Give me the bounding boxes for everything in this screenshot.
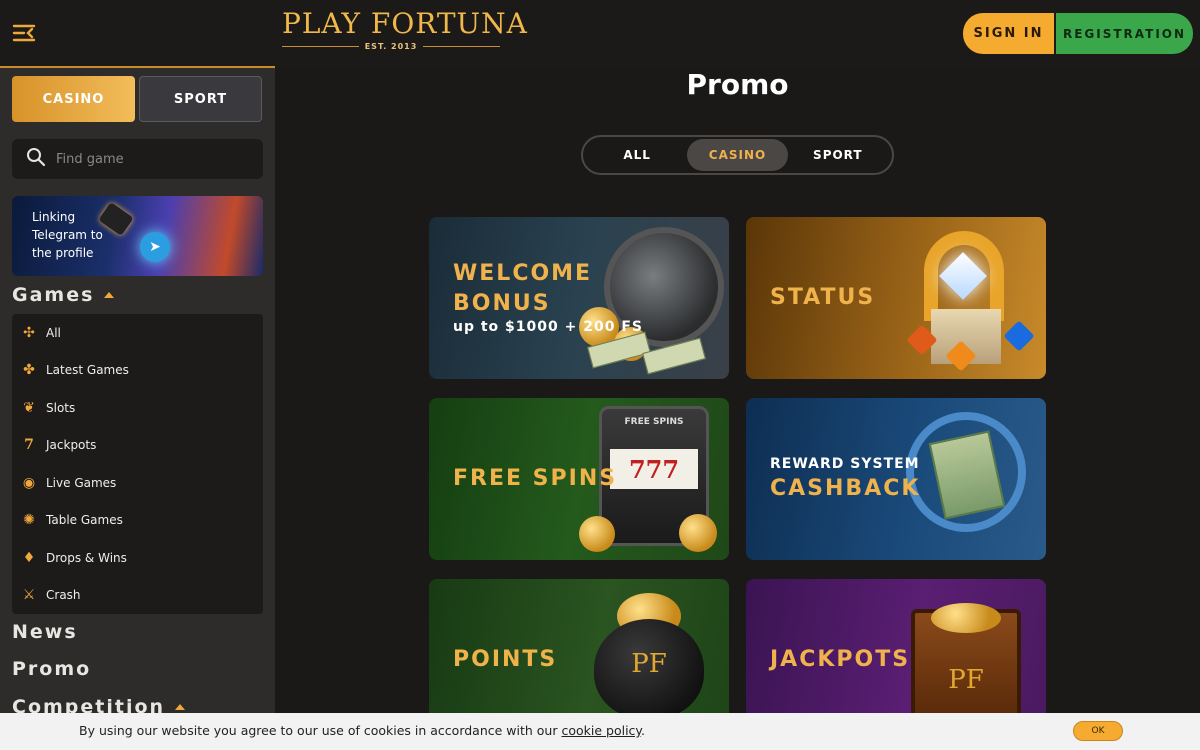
chest-text: PF: [948, 665, 984, 695]
logo-text: PLAY FORTUNA: [282, 7, 528, 40]
sidebar-item-live-games[interactable]: ◉ Live Games: [12, 464, 263, 502]
menu-collapse-icon[interactable]: [12, 20, 38, 46]
registration-button[interactable]: REGISTRATION: [1056, 13, 1193, 54]
sidebar-item-label: Drops & Wins: [46, 550, 127, 565]
sidebar-tab-sport[interactable]: SPORT: [139, 76, 262, 122]
card-subtitle: up to $1000 + 200 FS: [453, 319, 643, 335]
sidebar-item-label: Slots: [46, 400, 76, 415]
cookie-policy-link[interactable]: cookie policy: [561, 723, 641, 738]
drops-icon: ♦: [22, 549, 36, 566]
promo-card-welcome-bonus[interactable]: WELCOME BONUS up to $1000 + 200 FS: [429, 217, 729, 379]
sidebar-tab-sport-label: SPORT: [173, 91, 228, 107]
coins-icon: [931, 603, 1001, 633]
filter-casino[interactable]: CASINO: [687, 139, 788, 171]
cookie-banner: By using our website you agree to our us…: [0, 713, 1200, 750]
sidebar-item-label: All: [46, 325, 61, 340]
swords-icon: ⚔: [22, 587, 36, 604]
promo-filter: ALL CASINO SPORT: [581, 135, 894, 175]
sidebar: CASINO SPORT Linking Telegram to the pro…: [0, 66, 275, 750]
card-title-line1: WELCOME: [453, 261, 593, 286]
sidebar-tab-casino-label: CASINO: [42, 91, 105, 107]
sidebar-item-jackpots[interactable]: 7 Jackpots: [12, 427, 263, 465]
slot-label: FREE SPINS: [624, 417, 684, 427]
promo-section-title[interactable]: Promo: [12, 658, 91, 680]
money-cycle-icon: [906, 412, 1026, 532]
card-title: STATUS: [770, 285, 876, 310]
games-section-label: Games: [12, 284, 95, 306]
card-title: JACKPOTS: [770, 647, 911, 672]
news-section-label: News: [12, 621, 78, 643]
logo-tagline-row: EST. 2013: [282, 42, 500, 51]
news-section-title[interactable]: News: [12, 621, 78, 643]
cookie-ok-button[interactable]: OK: [1073, 721, 1123, 741]
sidebar-item-slots[interactable]: ❦ Slots: [12, 389, 263, 427]
promo-card-cashback[interactable]: REWARD SYSTEM CASHBACK: [746, 398, 1046, 560]
sidebar-item-table-games[interactable]: ✺ Table Games: [12, 502, 263, 540]
sidebar-item-label: Live Games: [46, 475, 117, 490]
pot-of-gold-icon: PF: [594, 619, 704, 719]
page-title: Promo: [686, 68, 789, 101]
logo-tagline: EST. 2013: [364, 42, 418, 51]
chip-icon: ✺: [23, 512, 35, 529]
telegram-banner[interactable]: Linking Telegram to the profile ➤: [12, 196, 263, 276]
sidebar-item-label: Jackpots: [46, 438, 97, 453]
card-title-line2: BONUS: [453, 291, 551, 316]
caret-up-icon: [175, 704, 186, 710]
filter-all[interactable]: ALL: [587, 139, 687, 171]
broadcast-icon: ◉: [22, 474, 36, 491]
cherry-icon: ❦: [23, 399, 35, 416]
promo-section-label: Promo: [12, 658, 92, 680]
card-title: CASHBACK: [770, 476, 921, 501]
sidebar-item-latest-games[interactable]: ✤ Latest Games: [12, 352, 263, 390]
sidebar-tab-casino[interactable]: CASINO: [12, 76, 135, 122]
logo[interactable]: PLAY FORTUNA EST. 2013: [282, 7, 528, 56]
sidebar-item-crash[interactable]: ⚔ Crash: [12, 577, 263, 615]
gem-icon: [1003, 320, 1035, 352]
sidebar-item-label: Table Games: [46, 513, 123, 528]
sidebar-item-drops-wins[interactable]: ♦ Drops & Wins: [12, 539, 263, 577]
sign-in-button[interactable]: SIGN IN: [963, 13, 1054, 54]
coins-icon: [579, 516, 615, 552]
sidebar-item-label: Crash: [46, 588, 81, 603]
search-icon[interactable]: [26, 147, 46, 171]
filter-sport[interactable]: SPORT: [788, 139, 888, 171]
cookie-message-text: By using our website you agree to our us…: [79, 723, 562, 738]
sidebar-item-label: Latest Games: [46, 363, 129, 378]
cookie-message-suffix: .: [641, 723, 646, 738]
promo-card-status[interactable]: STATUS: [746, 217, 1046, 379]
grid-icon: ✣: [23, 324, 35, 341]
pot-text: PF: [631, 649, 667, 679]
cookie-message: By using our website you agree to our us…: [79, 723, 645, 738]
clover-icon: ✤: [23, 362, 35, 379]
promo-card-free-spins[interactable]: FREE SPINS 777 FREE SPINS: [429, 398, 729, 560]
card-title: FREE SPINS: [453, 466, 618, 491]
sidebar-item-all[interactable]: ✣ All: [12, 314, 263, 352]
banknote-icon: [928, 430, 1006, 520]
telegram-icon: ➤: [140, 232, 170, 262]
search-box: [12, 139, 263, 179]
slot-digits: 777: [610, 449, 698, 489]
app: PLAY FORTUNA EST. 2013 SIGN IN REGISTRAT…: [0, 0, 1200, 750]
seven-icon: 7: [24, 437, 34, 454]
header: PLAY FORTUNA EST. 2013 SIGN IN REGISTRAT…: [0, 0, 1200, 66]
games-list: ✣ All ✤ Latest Games ❦ Slots 7 Jackpots …: [12, 314, 263, 614]
caret-up-icon: [104, 292, 115, 298]
card-title: POINTS: [453, 647, 558, 672]
card-pretitle: REWARD SYSTEM: [770, 456, 920, 472]
search-input[interactable]: [56, 151, 236, 167]
coins-icon: [679, 514, 717, 552]
games-section-title[interactable]: Games: [12, 284, 115, 306]
